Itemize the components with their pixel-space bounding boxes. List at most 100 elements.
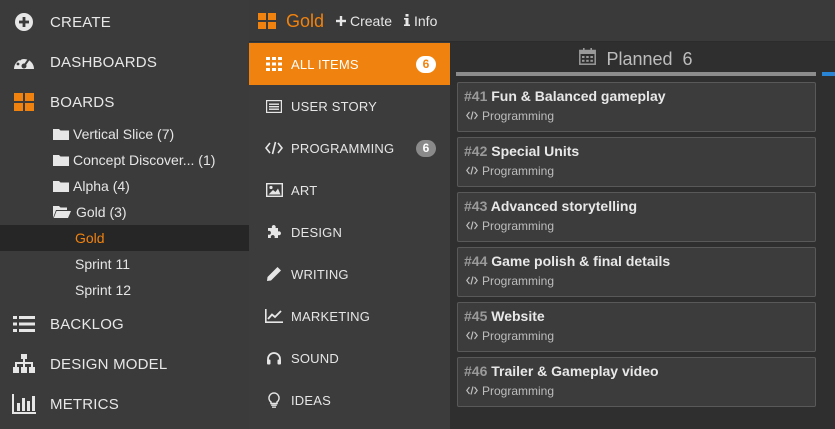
- card-title: #45 Website: [464, 308, 545, 324]
- boards-grid-icon: [12, 92, 36, 112]
- code-icon: [466, 219, 478, 233]
- category-writing[interactable]: WRITING: [249, 253, 450, 295]
- create-button[interactable]: Create: [336, 13, 392, 29]
- category-label: ART: [291, 182, 318, 198]
- card-title: #41 Fun & Balanced gameplay: [464, 88, 666, 104]
- column-header-planned: Planned 6: [450, 42, 822, 76]
- card-category-label: Programming: [482, 274, 555, 288]
- info-icon: [404, 13, 410, 29]
- category-all-items[interactable]: ALL ITEMS 6: [249, 43, 450, 85]
- nav-dashboards-label: DASHBOARDS: [50, 53, 158, 71]
- task-card[interactable]: #45 Website Programming: [457, 302, 816, 352]
- category-art[interactable]: ART: [249, 169, 450, 211]
- card-category: Programming: [466, 274, 554, 288]
- info-button-label: Info: [414, 13, 438, 29]
- board-folder-vertical-slice[interactable]: Vertical Slice (7): [0, 121, 249, 147]
- category-label: DESIGN: [291, 224, 343, 240]
- board-item-label: Sprint 12: [75, 282, 132, 298]
- nav-design-model[interactable]: DESIGN MODEL: [0, 344, 249, 384]
- category-user-story[interactable]: USER STORY: [249, 85, 450, 127]
- task-card[interactable]: #44 Game polish & final details Programm…: [457, 247, 816, 297]
- code-icon: [466, 109, 478, 123]
- category-label: IDEAS: [291, 392, 332, 408]
- task-card[interactable]: #42 Special Units Programming: [457, 137, 816, 187]
- board-folder-label: Gold (3): [76, 204, 127, 220]
- category-label: ALL ITEMS: [291, 56, 359, 72]
- nav-boards-label: BOARDS: [50, 93, 115, 111]
- category-marketing[interactable]: MARKETING: [249, 295, 450, 337]
- count-badge: 6: [416, 56, 436, 73]
- card-category-label: Programming: [482, 329, 555, 343]
- category-sound[interactable]: SOUND: [249, 337, 450, 379]
- category-design[interactable]: DESIGN: [249, 211, 450, 253]
- card-title: #42 Special Units: [464, 143, 579, 159]
- category-ideas[interactable]: IDEAS: [249, 379, 450, 421]
- nav-backlog[interactable]: BACKLOG: [0, 304, 249, 344]
- folder-icon: [53, 128, 69, 140]
- board-folder-label: Alpha (4): [73, 178, 130, 194]
- kanban-board: Planned 6 #41 Fun & Balanced gameplay Pr…: [450, 42, 835, 429]
- board-title: Gold: [286, 11, 325, 31]
- create-button-label: Create: [350, 13, 393, 29]
- headphones-icon: [265, 350, 283, 366]
- task-card[interactable]: #43 Advanced storytelling Programming: [457, 192, 816, 242]
- task-card[interactable]: #46 Trailer & Gameplay video Programming: [457, 357, 816, 407]
- card-category: Programming: [466, 164, 554, 178]
- card-number: #46: [464, 363, 488, 379]
- card-category: Programming: [466, 109, 554, 123]
- info-button[interactable]: Info: [404, 13, 437, 29]
- image-icon: [265, 182, 283, 198]
- board-folder-concept-discovery[interactable]: Concept Discover... (1): [0, 147, 249, 173]
- board-item-sprint-12[interactable]: Sprint 12: [0, 277, 249, 303]
- grid-icon: [265, 56, 283, 72]
- card-number: #45: [464, 308, 488, 324]
- sitemap-icon: [12, 354, 36, 374]
- column-count: 6: [682, 48, 693, 69]
- board-grid-icon: [258, 13, 276, 34]
- task-card[interactable]: #41 Fun & Balanced gameplay Programming: [457, 82, 816, 132]
- folder-icon: [53, 180, 69, 192]
- puzzle-icon: [265, 224, 283, 240]
- nav-dashboards[interactable]: DASHBOARDS: [0, 42, 249, 82]
- count-badge: 6: [416, 140, 436, 157]
- category-label: PROGRAMMING: [291, 140, 395, 156]
- nav-boards[interactable]: BOARDS: [0, 82, 249, 122]
- nav-metrics-label: METRICS: [50, 395, 119, 413]
- card-title: #44 Game polish & final details: [464, 253, 670, 269]
- dashboard-gauge-icon: [12, 52, 36, 72]
- pencil-icon: [265, 266, 283, 282]
- nav-backlog-label: BACKLOG: [50, 315, 124, 333]
- card-category-label: Programming: [482, 384, 555, 398]
- card-title-text: Special Units: [491, 143, 580, 159]
- category-programming[interactable]: PROGRAMMING 6: [249, 127, 450, 169]
- chart-line-icon: [265, 308, 283, 324]
- card-number: #44: [464, 253, 488, 269]
- card-category: Programming: [466, 219, 554, 233]
- column-name: Planned: [606, 48, 673, 69]
- code-icon: [466, 164, 478, 178]
- card-title-text: Trailer & Gameplay video: [491, 363, 659, 379]
- card-title-text: Fun & Balanced gameplay: [491, 88, 666, 104]
- left-navigation: CREATE DASHBOARDS BOARDS Vertical Slice …: [0, 0, 249, 429]
- board-item-label: Gold: [75, 230, 105, 246]
- list-icon: [12, 314, 36, 334]
- board-folder-gold[interactable]: Gold (3): [0, 199, 249, 225]
- board-item-sprint-11[interactable]: Sprint 11: [0, 251, 249, 277]
- board-folder-label: Vertical Slice (7): [73, 126, 175, 142]
- plus-icon: [336, 13, 346, 29]
- card-title: #43 Advanced storytelling: [464, 198, 637, 214]
- card-number: #42: [464, 143, 488, 159]
- column-status-bar: [456, 72, 816, 76]
- user-story-icon: [265, 98, 283, 114]
- card-number: #41: [464, 88, 488, 104]
- card-title-text: Advanced storytelling: [490, 198, 637, 214]
- plus-circle-icon: [12, 12, 36, 32]
- code-icon: [466, 329, 478, 343]
- nav-metrics[interactable]: METRICS: [0, 384, 249, 424]
- category-label: SOUND: [291, 350, 339, 366]
- folder-icon: [53, 154, 69, 166]
- board-item-gold[interactable]: Gold: [0, 225, 249, 251]
- board-folder-alpha[interactable]: Alpha (4): [0, 173, 249, 199]
- nav-create[interactable]: CREATE: [0, 2, 249, 42]
- board-item-label: Sprint 11: [75, 256, 130, 272]
